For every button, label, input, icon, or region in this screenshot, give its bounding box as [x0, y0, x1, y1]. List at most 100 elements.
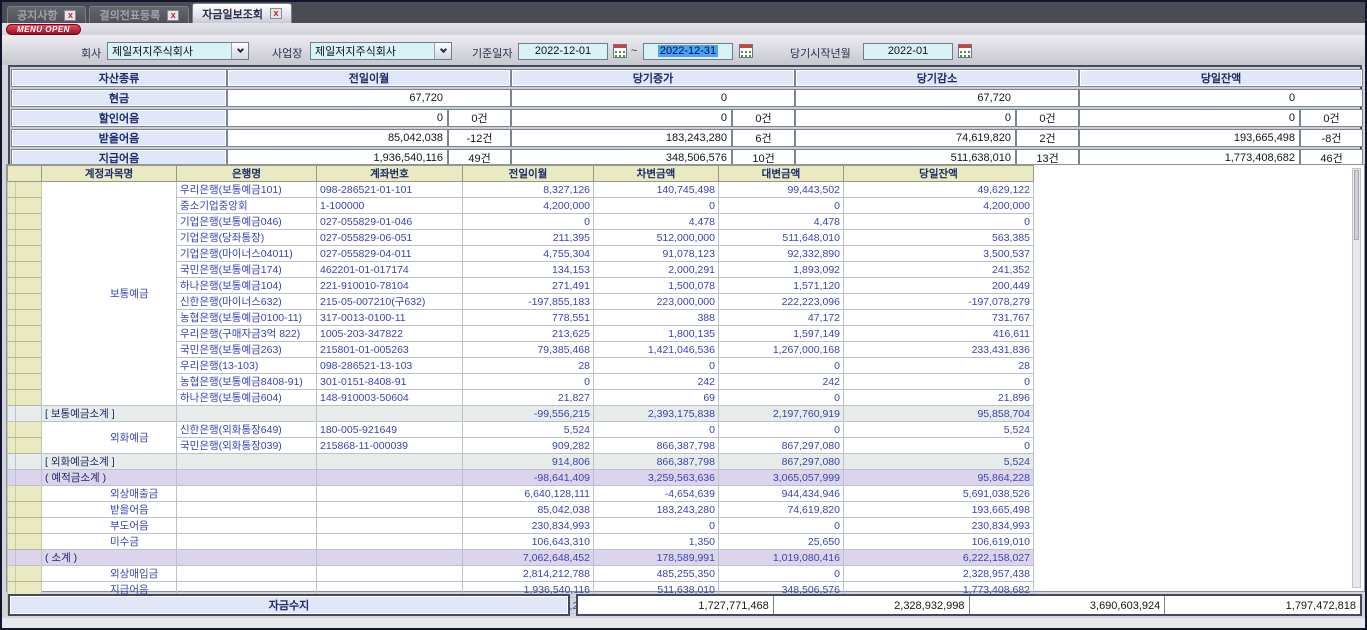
tab-결의전표등록[interactable]: 결의전표등록x — [89, 6, 189, 23]
close-tab-icon[interactable]: x — [270, 8, 282, 19]
credit-amount-cell: 0 — [719, 390, 844, 406]
grid-row[interactable]: [ 보통예금소계 ]-99,556,2152,393,175,8382,197,… — [8, 406, 1034, 422]
grid-row[interactable]: [ 외화예금소계 ]914,806866,387,798867,297,0805… — [8, 454, 1034, 470]
bank-name-cell: 기업은행(보통예금046) — [177, 214, 317, 230]
account-number-cell: 215-05-007210(구632) — [317, 294, 463, 310]
menu-open-button[interactable]: MENU OPEN — [6, 24, 81, 35]
account-name-cell: 외상매출금 — [42, 486, 177, 502]
summary-amount-cell: 85,042,038 — [227, 129, 448, 147]
row-indicator-cell — [8, 246, 16, 262]
summary-col-header: 당기감소 — [795, 69, 1079, 87]
close-tab-icon[interactable]: x — [64, 10, 76, 21]
grid-row[interactable]: 부도어음230,834,99300230,834,993 — [8, 518, 1034, 534]
prev-balance-cell: 4,755,304 — [463, 246, 594, 262]
account-number-cell: 027-055829-06-051 — [317, 230, 463, 246]
row-indicator-cell — [8, 518, 16, 534]
row-selector-cell — [16, 550, 42, 566]
debit-amount-cell: 1,421,046,536 — [594, 342, 719, 358]
bank-name-cell: 하나은행(보통예금604) — [177, 390, 317, 406]
period-start-input[interactable]: 2022-01 — [863, 43, 953, 60]
funds-balance-value: 2,328,932,998 — [773, 596, 969, 614]
day-balance-cell: 2,328,957,438 — [844, 566, 1034, 582]
site-select[interactable]: 제일저지주식회사 — [310, 42, 452, 60]
date-from-input[interactable]: 2022-12-01 — [518, 43, 608, 60]
account-number-cell: 1005-203-347822 — [317, 326, 463, 342]
grid-row[interactable]: 외상매출금6,640,128,111-4,654,639944,434,9465… — [8, 486, 1034, 502]
grid-row[interactable]: ( 예적금소계 )-98,641,4093,259,563,6363,065,0… — [8, 470, 1034, 486]
credit-amount-cell: 222,223,096 — [719, 294, 844, 310]
chevron-down-icon[interactable] — [434, 43, 451, 59]
bank-name-cell: 기업은행(마이너스04011) — [177, 246, 317, 262]
row-indicator-cell — [8, 454, 16, 470]
account-number-cell: 098-286521-13-103 — [317, 358, 463, 374]
row-selector-cell — [16, 486, 42, 502]
day-balance-cell: 3,500,537 — [844, 246, 1034, 262]
row-selector-cell — [16, 566, 42, 582]
chevron-down-icon[interactable] — [231, 43, 248, 59]
prev-balance-cell: 0 — [463, 214, 594, 230]
row-selector-cell — [16, 214, 42, 230]
account-number-cell: 027-055829-01-046 — [317, 214, 463, 230]
prev-balance-cell: 5,524 — [463, 422, 594, 438]
account-number-cell: 180-005-921649 — [317, 422, 463, 438]
calendar-icon[interactable] — [739, 44, 753, 58]
bank-name-cell — [177, 534, 317, 550]
credit-amount-cell: 0 — [719, 358, 844, 374]
grid-row[interactable]: 보통예금우리은행(보통예금101)098-286521-01-1018,327,… — [8, 182, 1034, 198]
row-indicator-cell — [8, 310, 16, 326]
debit-amount-cell: 0 — [594, 518, 719, 534]
grid-row[interactable]: 외화예금신한은행(외화통장649)180-005-9216495,524005,… — [8, 422, 1034, 438]
tab-공지사항[interactable]: 공지사항x — [7, 6, 86, 23]
grid-col-header: 차변금액 — [594, 166, 719, 182]
prev-balance-cell: -99,556,215 — [463, 406, 594, 422]
debit-amount-cell: 91,078,123 — [594, 246, 719, 262]
day-balance-cell: -197,078,279 — [844, 294, 1034, 310]
date-to-input[interactable]: 2022-12-31 — [643, 43, 733, 60]
summary-count-cell: 0건 — [448, 109, 511, 127]
debit-amount-cell: 512,000,000 — [594, 230, 719, 246]
grid-col-header: 당일잔액 — [844, 166, 1034, 182]
base-date-label: 기준일자 — [472, 45, 512, 61]
prev-balance-cell: 230,834,993 — [463, 518, 594, 534]
grid-row[interactable]: 외상매입금2,814,212,788485,255,35002,328,957,… — [8, 566, 1034, 582]
prev-balance-cell: 914,806 — [463, 454, 594, 470]
grid-row[interactable]: 미수금106,643,3101,35025,650106,619,010 — [8, 534, 1034, 550]
row-selector-cell — [16, 246, 42, 262]
summary-amount-cell: 0 — [1079, 89, 1363, 107]
row-indicator-cell — [8, 486, 16, 502]
day-balance-cell: 233,431,836 — [844, 342, 1034, 358]
row-indicator-cell — [8, 278, 16, 294]
calendar-icon[interactable] — [613, 44, 627, 58]
row-selector-cell — [16, 342, 42, 358]
account-number-cell — [317, 518, 463, 534]
grid-row[interactable]: 받을어음85,042,038183,243,28074,619,820193,6… — [8, 502, 1034, 518]
row-indicator-cell — [8, 262, 16, 278]
summary-amount-cell: 0 — [511, 89, 795, 107]
day-balance-cell: 731,767 — [844, 310, 1034, 326]
row-selector-cell — [16, 310, 42, 326]
prev-balance-cell: 211,395 — [463, 230, 594, 246]
row-indicator-cell — [8, 214, 16, 230]
grid-row[interactable]: ( 소계 )7,062,648,452178,589,9911,019,080,… — [8, 550, 1034, 566]
summary-amount-cell: 0 — [511, 109, 732, 127]
debit-amount-cell: 183,243,280 — [594, 502, 719, 518]
bank-name-cell: 국민은행(외화통장039) — [177, 438, 317, 454]
close-tab-icon[interactable]: x — [167, 10, 179, 21]
bank-name-cell — [177, 454, 317, 470]
funds-balance-values: 1,727,771,4682,328,932,9983,690,603,9241… — [576, 594, 1362, 616]
calendar-icon[interactable] — [958, 44, 972, 58]
credit-amount-cell: 4,478 — [719, 214, 844, 230]
debit-amount-cell: 0 — [594, 422, 719, 438]
company-select[interactable]: 제일저지주식회사 — [107, 42, 249, 60]
site-select-value: 제일저지주식회사 — [311, 43, 434, 59]
scrollbar-thumb[interactable] — [1354, 170, 1359, 240]
bank-name-cell — [177, 518, 317, 534]
summary-count-cell: 0건 — [1016, 109, 1079, 127]
debit-amount-cell: 140,745,498 — [594, 182, 719, 198]
row-selector-cell — [16, 278, 42, 294]
bank-name-cell — [177, 406, 317, 422]
vertical-scrollbar[interactable] — [1352, 168, 1361, 588]
date-range-tilde: ~ — [631, 45, 637, 57]
day-balance-cell: 21,896 — [844, 390, 1034, 406]
tab-자금일보조회[interactable]: 자금일보조회x — [192, 3, 292, 23]
